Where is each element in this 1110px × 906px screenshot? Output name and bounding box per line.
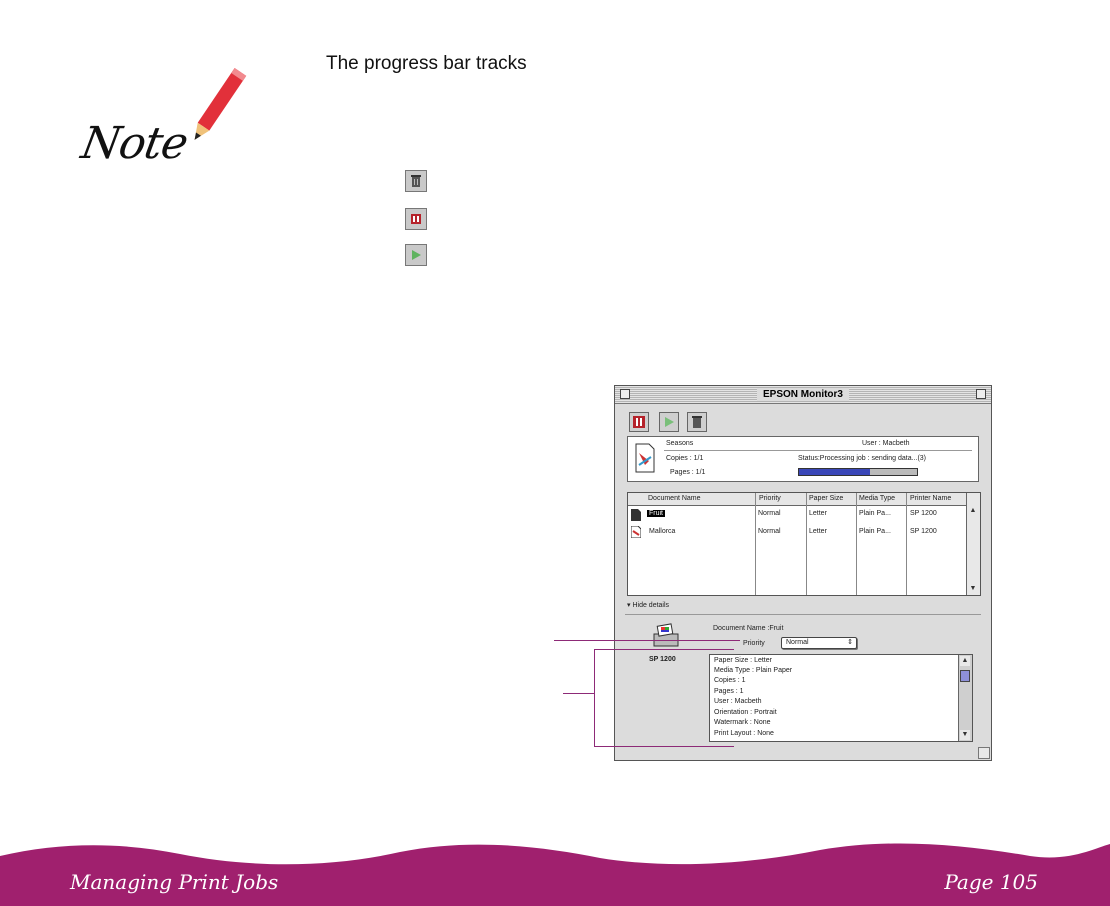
document-icon bbox=[631, 526, 641, 538]
row-priority: Normal bbox=[758, 510, 781, 517]
callout-line-details bbox=[563, 693, 595, 694]
scroll-down-arrow[interactable]: ▼ bbox=[960, 730, 970, 740]
priority-select[interactable]: Normal ⇕ bbox=[781, 637, 857, 649]
resize-grip[interactable] bbox=[978, 747, 990, 759]
job-status-panel: Seasons User : Macbeth Copies : 1/1 Stat… bbox=[627, 436, 979, 482]
detail-line: Paper Size : Letter bbox=[714, 657, 772, 664]
col-priority[interactable]: Priority bbox=[759, 495, 781, 502]
job-status: Status:Processing job : sending data...(… bbox=[798, 455, 927, 462]
row-media-type: Plain Pa... bbox=[859, 528, 891, 535]
pause-button[interactable] bbox=[629, 412, 649, 432]
epson-monitor-window: EPSON Monitor3 Seasons User : Macbeth Co… bbox=[614, 385, 992, 761]
window-titlebar[interactable]: EPSON Monitor3 bbox=[615, 386, 991, 404]
col-divider bbox=[856, 493, 857, 595]
hide-details-label: Hide details bbox=[632, 602, 670, 609]
delete-button[interactable] bbox=[687, 412, 707, 432]
col-document-name[interactable]: Document Name bbox=[648, 495, 701, 502]
row-printer-name: SP 1200 bbox=[910, 528, 937, 535]
progress-bar bbox=[798, 468, 918, 476]
footer-page-number: Page 105 bbox=[944, 870, 1038, 894]
job-details-list: Paper Size : Letter Media Type : Plain P… bbox=[709, 654, 973, 742]
row-printer-name: SP 1200 bbox=[910, 510, 937, 517]
section-divider bbox=[625, 614, 981, 615]
job-copies: Copies : 1/1 bbox=[666, 455, 704, 462]
detail-line: Orientation : Portrait bbox=[714, 709, 777, 716]
pause-icon bbox=[633, 416, 645, 428]
col-printer-name[interactable]: Printer Name bbox=[910, 495, 951, 502]
note-label: Note bbox=[77, 118, 192, 169]
job-name: Seasons bbox=[666, 440, 694, 447]
document-icon bbox=[635, 443, 655, 473]
row-document-name: Mallorca bbox=[649, 528, 676, 535]
callout-bracket bbox=[594, 649, 595, 747]
select-arrows-icon: ⇕ bbox=[847, 639, 853, 646]
callout-line-priority bbox=[554, 640, 740, 641]
priority-select-value: Normal bbox=[786, 639, 809, 646]
detail-line: User : Macbeth bbox=[714, 698, 762, 705]
detail-line: Media Type : Plain Paper bbox=[714, 667, 793, 674]
footer-section-title: Managing Print Jobs bbox=[70, 870, 279, 894]
trash-icon bbox=[405, 170, 427, 192]
row-paper-size: Letter bbox=[809, 510, 827, 517]
priority-label: Priority bbox=[743, 640, 765, 647]
col-paper-size[interactable]: Paper Size bbox=[809, 495, 843, 502]
window-title: EPSON Monitor3 bbox=[756, 388, 850, 401]
col-divider bbox=[806, 493, 807, 595]
scroll-thumb[interactable] bbox=[960, 670, 970, 682]
row-priority: Normal bbox=[758, 528, 781, 535]
detail-line: Watermark : None bbox=[714, 719, 771, 726]
status-divider bbox=[664, 450, 972, 451]
callout-bracket-top bbox=[594, 649, 734, 650]
progress-fill bbox=[799, 469, 870, 475]
resume-icon bbox=[405, 244, 427, 266]
row-document-name: Fruit bbox=[647, 510, 665, 517]
table-header: Document Name Priority Paper Size Media … bbox=[628, 493, 967, 506]
resume-icon bbox=[665, 417, 674, 427]
pause-icon bbox=[405, 208, 427, 230]
col-divider bbox=[755, 493, 756, 595]
scroll-down-arrow[interactable]: ▼ bbox=[968, 584, 978, 594]
row-media-type: Plain Pa... bbox=[859, 510, 891, 517]
trash-icon bbox=[692, 416, 702, 428]
detail-line: Print Layout : None bbox=[714, 730, 774, 737]
document-name: Document Name :Fruit bbox=[713, 625, 784, 632]
close-box[interactable] bbox=[620, 389, 630, 399]
printer-label: SP 1200 bbox=[649, 656, 676, 663]
resume-button[interactable] bbox=[659, 412, 679, 432]
job-user: User : Macbeth bbox=[862, 440, 910, 447]
intro-text: The progress bar tracks bbox=[326, 53, 527, 74]
col-media-type[interactable]: Media Type bbox=[859, 495, 895, 502]
col-divider bbox=[906, 493, 907, 595]
row-paper-size: Letter bbox=[809, 528, 827, 535]
callout-bracket-bottom bbox=[594, 746, 734, 747]
job-pages: Pages : 1/1 bbox=[670, 469, 706, 476]
details-scrollbar[interactable]: ▲ ▼ bbox=[958, 655, 972, 741]
detail-line: Copies : 1 bbox=[714, 677, 746, 684]
scroll-up-arrow[interactable]: ▲ bbox=[960, 656, 970, 666]
hide-details-toggle[interactable]: ▾ Hide details bbox=[627, 601, 669, 609]
job-queue-table: Document Name Priority Paper Size Media … bbox=[627, 492, 981, 596]
document-icon bbox=[631, 509, 641, 521]
disclosure-triangle-icon: ▾ bbox=[627, 602, 631, 609]
table-scrollbar[interactable]: ▲ ▼ bbox=[966, 493, 980, 595]
scroll-up-arrow[interactable]: ▲ bbox=[968, 506, 978, 516]
zoom-box[interactable] bbox=[976, 389, 986, 399]
printer-icon bbox=[653, 623, 679, 647]
detail-line: Pages : 1 bbox=[714, 688, 744, 695]
